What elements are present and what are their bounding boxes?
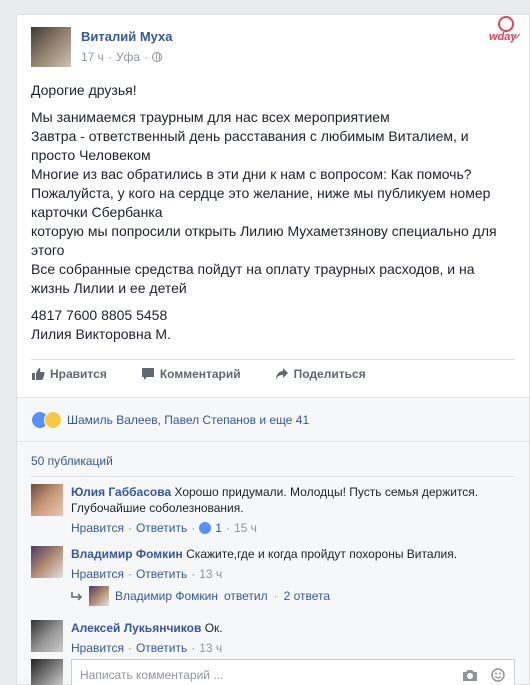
post-line: Многие из вас обратились в эти дни к нам… xyxy=(31,166,472,182)
reply-arrow-icon xyxy=(71,592,83,601)
share-icon xyxy=(275,368,288,380)
comment-like-count[interactable]: 1 xyxy=(215,520,222,536)
post-actions: Нравится Комментарий Поделиться xyxy=(31,367,400,381)
comment-button[interactable]: Комментарий xyxy=(141,367,241,381)
meta-separator: · xyxy=(127,521,132,535)
comment-text-line: Алексей Лукьянчиков Ок. xyxy=(71,620,515,636)
meta-separator: · xyxy=(127,567,132,581)
comment-like-link[interactable]: Нравится xyxy=(71,520,124,536)
meta-separator: · xyxy=(273,589,278,603)
post-time[interactable]: 17 ч xyxy=(81,50,104,64)
post-line: карточки Сбербанка xyxy=(31,204,163,220)
post-line: Все собранные средства пойдут на оплату … xyxy=(31,261,475,277)
post-paragraph: Дорогие друзья! xyxy=(31,81,521,100)
avatar[interactable] xyxy=(31,546,63,578)
comment-author[interactable]: Юлия Габбасова xyxy=(71,485,171,499)
post-line: просто Человеком xyxy=(31,147,151,163)
comment-like-link[interactable]: Нравится xyxy=(71,566,124,582)
comment-text: Ок. xyxy=(204,621,223,635)
post-paragraph: 4817 7600 8805 5458 Лилия Викторовна М. xyxy=(31,306,521,344)
like-label: Нравится xyxy=(50,367,107,381)
comment-meta: Нравится · Ответить · 13 ч xyxy=(71,640,515,656)
globe-icon xyxy=(152,52,163,62)
post-place[interactable]: Уфа xyxy=(116,50,140,64)
camera-icon[interactable] xyxy=(462,668,478,682)
comment-reply-link[interactable]: Ответить xyxy=(136,520,187,536)
reaction-names[interactable]: Шамиль Валеев, Павел Степанов и еще 41 xyxy=(67,413,309,427)
reaction-icons[interactable] xyxy=(31,410,63,429)
comment-text: Скажите,где и когда пройдут похороны Вит… xyxy=(186,547,458,561)
post-line: Дорогие друзья! xyxy=(31,82,137,98)
comment-label: Комментарий xyxy=(159,367,241,381)
reply-author: Владимир Фомкин xyxy=(115,589,218,603)
divider xyxy=(31,476,515,477)
post-line: 4817 7600 8805 5458 xyxy=(31,307,168,323)
comment-meta: Нравится · Ответить · 1 · 15 ч xyxy=(71,520,515,536)
comment-text: Хорошо придумали. Молодцы! Пусть семья д… xyxy=(174,485,479,499)
divider xyxy=(31,359,515,360)
post-line: Мы занимаемся траурным для нас всех меро… xyxy=(31,109,390,125)
comment-placeholder: Написать комментарий ... xyxy=(80,668,224,682)
author-name[interactable]: Виталий Муха xyxy=(81,29,173,44)
post-paragraph: Мы занимаемся траурным для нас всех меро… xyxy=(31,108,521,298)
meta-separator: · xyxy=(191,567,196,581)
comment-time[interactable]: 13 ч xyxy=(199,566,222,582)
comment-author[interactable]: Алексей Лукьянчиков xyxy=(71,621,201,635)
share-label: Поделиться xyxy=(293,367,366,381)
like-button[interactable]: Нравится xyxy=(31,367,107,381)
like-icon xyxy=(199,522,212,534)
avatar xyxy=(89,586,109,606)
watermark-logo: wday xyxy=(489,16,523,48)
comment-body: Юлия Габбасова Хорошо придумали. Молодцы… xyxy=(71,484,515,536)
comment-input[interactable]: Написать комментарий ... xyxy=(71,659,515,685)
avatar[interactable] xyxy=(31,620,63,652)
share-button[interactable]: Поделиться xyxy=(275,367,366,381)
comment-like-link[interactable]: Нравится xyxy=(71,640,124,656)
composer-icons xyxy=(462,668,506,682)
comment-text-line: Юлия Габбасова Хорошо придумали. Молодцы… xyxy=(71,484,515,500)
post-line: Пожалуйста, у кого на сердце это желание… xyxy=(31,185,491,201)
comment-meta: Нравится · Ответить · 13 ч xyxy=(71,566,515,582)
post-meta: 17 ч · Уфа · xyxy=(81,50,163,64)
meta-separator: · xyxy=(191,641,196,655)
comment-text-line: Владимир Фомкин Скажите,где и когда прой… xyxy=(71,546,515,562)
comment-body: Алексей Лукьянчиков Ок. Нравится · Ответ… xyxy=(71,620,515,656)
avatar xyxy=(31,659,63,685)
emoji-icon[interactable] xyxy=(490,668,506,682)
sad-icon xyxy=(44,410,62,429)
comment-icon xyxy=(141,368,154,380)
post-line: жизнь Лилии и ее детей xyxy=(31,280,187,296)
avatar[interactable] xyxy=(31,484,63,516)
post-line: которую мы попросили открыть Лилию Мухам… xyxy=(31,223,497,239)
comments-count[interactable]: 50 публикаций xyxy=(31,454,113,468)
comment-reply-link[interactable]: Ответить xyxy=(136,640,187,656)
comment-body: Владимир Фомкин Скажите,где и когда прой… xyxy=(71,546,515,582)
post-text: Дорогие друзья! Мы занимаемся траурным д… xyxy=(31,81,521,352)
meta-separator: · xyxy=(225,521,230,535)
meta-separator: · xyxy=(144,50,149,64)
post-line: этого xyxy=(31,242,65,258)
replies-summary[interactable]: Владимир Фомкин ответил · 2 ответа xyxy=(71,586,330,606)
chevron-down-icon[interactable] xyxy=(511,33,521,39)
post-line: Завтра - ответственный день расставания … xyxy=(31,128,469,144)
comments-section: 50 публикаций Юлия Габбасова Хорошо прид… xyxy=(17,441,529,685)
meta-separator: · xyxy=(127,641,132,655)
comment-time[interactable]: 13 ч xyxy=(199,640,222,656)
post-line: Лилия Викторовна М. xyxy=(31,326,171,342)
comment-composer: Написать комментарий ... xyxy=(31,659,515,685)
reply-verb: ответил xyxy=(223,589,268,603)
author-avatar[interactable] xyxy=(31,27,71,67)
thumbs-up-icon xyxy=(32,368,45,380)
meta-separator: · xyxy=(107,50,112,64)
reactions-bar: Шамиль Валеев, Павел Степанов и еще 41 xyxy=(17,397,529,441)
comment-time[interactable]: 15 ч xyxy=(234,520,257,536)
reply-count: 2 ответа xyxy=(283,589,331,603)
meta-separator: · xyxy=(191,521,196,535)
post-card: Виталий Муха 17 ч · Уфа · wday Дорогие д… xyxy=(16,14,530,685)
comment-reply-link[interactable]: Ответить xyxy=(136,566,187,582)
comment-author[interactable]: Владимир Фомкин xyxy=(71,547,183,561)
comment-text-2: Глубочайшие соболезнования. xyxy=(71,501,244,515)
